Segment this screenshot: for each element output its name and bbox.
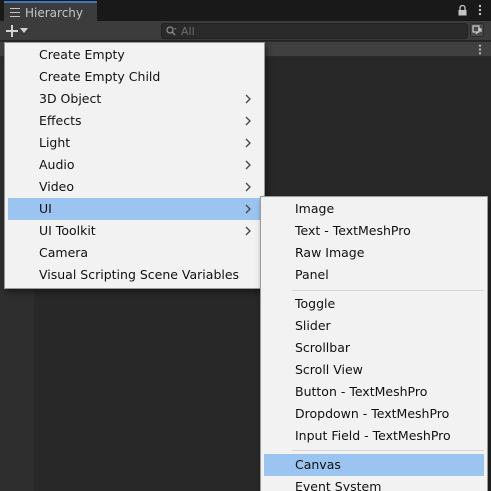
submenu-item-label: Button - TextMeshPro <box>295 384 428 399</box>
menu-item-label: Effects <box>39 113 82 128</box>
chevron-right-icon <box>245 182 251 192</box>
menu-item-ui[interactable]: UI <box>8 198 261 220</box>
submenu-item-scrollbar[interactable]: Scrollbar <box>264 337 484 359</box>
submenu-item-canvas[interactable]: Canvas <box>264 454 484 476</box>
menu-item-3d-object[interactable]: 3D Object <box>8 88 261 110</box>
hierarchy-list-icon <box>10 8 20 17</box>
menu-item-ui-toolkit[interactable]: UI Toolkit <box>8 220 261 242</box>
lock-icon[interactable] <box>458 5 467 16</box>
submenu-item-label: Event System <box>295 479 382 491</box>
menu-item-create-empty[interactable]: Create Empty <box>8 44 261 66</box>
tab-hierarchy[interactable]: Hierarchy <box>4 1 97 22</box>
tab-title: Hierarchy <box>25 5 84 20</box>
menu-item-label: Audio <box>39 157 75 172</box>
chevron-right-icon <box>245 138 251 148</box>
submenu-item-input-field-textmeshpro[interactable]: Input Field - TextMeshPro <box>264 425 484 447</box>
menu-item-camera[interactable]: Camera <box>8 242 261 264</box>
chevron-right-icon <box>245 94 251 104</box>
plus-icon <box>6 25 18 37</box>
submenu-item-label: Panel <box>295 267 329 282</box>
tab-bar: Hierarchy <box>0 0 491 22</box>
submenu-item-label: Image <box>295 201 335 216</box>
menu-item-visual-scripting-scene-variables[interactable]: Visual Scripting Scene Variables <box>8 264 261 286</box>
scene-more-options-icon[interactable] <box>478 44 482 55</box>
submenu-item-dropdown-textmeshpro[interactable]: Dropdown - TextMeshPro <box>264 403 484 425</box>
submenu-item-label: Scrollbar <box>295 340 350 355</box>
submenu-item-label: Raw Image <box>295 245 365 260</box>
submenu-item-label: Slider <box>295 318 331 333</box>
menu-item-video[interactable]: Video <box>8 176 261 198</box>
submenu-item-panel[interactable]: Panel <box>264 264 484 286</box>
submenu-item-label: Dropdown - TextMeshPro <box>295 406 450 421</box>
search-icon <box>166 26 177 36</box>
menu-item-label: Light <box>39 135 71 150</box>
menu-item-label: 3D Object <box>39 91 102 106</box>
create-context-menu: Create Empty Create Empty Child 3D Objec… <box>4 42 265 289</box>
submenu-item-label: Canvas <box>295 457 341 472</box>
submenu-item-text-textmeshpro[interactable]: Text - TextMeshPro <box>264 220 484 242</box>
menu-item-light[interactable]: Light <box>8 132 261 154</box>
submenu-item-raw-image[interactable]: Raw Image <box>264 242 484 264</box>
search-field[interactable] <box>161 23 468 39</box>
menu-item-label: Visual Scripting Scene Variables <box>39 267 240 282</box>
menu-separator <box>292 290 484 291</box>
submenu-item-scroll-view[interactable]: Scroll View <box>264 359 484 381</box>
submenu-item-toggle[interactable]: Toggle <box>264 293 484 315</box>
menu-item-label: Camera <box>39 245 89 260</box>
chevron-right-icon <box>245 160 251 170</box>
submenu-item-image[interactable]: Image <box>264 198 484 220</box>
chevron-right-icon <box>245 116 251 126</box>
scene-visibility-icon[interactable] <box>470 23 484 37</box>
menu-item-label: Create Empty <box>39 47 125 62</box>
submenu-item-slider[interactable]: Slider <box>264 315 484 337</box>
menu-item-audio[interactable]: Audio <box>8 154 261 176</box>
chevron-right-icon <box>245 204 251 214</box>
chevron-down-icon <box>20 28 28 33</box>
add-object-button[interactable] <box>6 23 36 39</box>
more-options-icon[interactable] <box>478 4 482 16</box>
submenu-item-button-textmeshpro[interactable]: Button - TextMeshPro <box>264 381 484 403</box>
menu-item-label: Video <box>39 179 75 194</box>
submenu-item-label: Scroll View <box>295 362 363 377</box>
submenu-item-event-system[interactable]: Event System <box>264 476 484 491</box>
chevron-right-icon <box>245 226 251 236</box>
submenu-item-label: Toggle <box>295 296 336 311</box>
menu-item-label: UI Toolkit <box>39 223 96 238</box>
ui-submenu: Image Text - TextMeshPro Raw Image Panel… <box>260 196 488 491</box>
menu-item-label: Create Empty Child <box>39 69 161 84</box>
menu-item-label: UI <box>39 201 52 216</box>
menu-item-effects[interactable]: Effects <box>8 110 261 132</box>
search-input[interactable] <box>181 24 441 38</box>
menu-separator <box>292 450 484 451</box>
submenu-item-label: Input Field - TextMeshPro <box>295 428 451 443</box>
menu-item-create-empty-child[interactable]: Create Empty Child <box>8 66 261 88</box>
submenu-item-label: Text - TextMeshPro <box>295 223 411 238</box>
hierarchy-toolbar <box>0 21 491 41</box>
